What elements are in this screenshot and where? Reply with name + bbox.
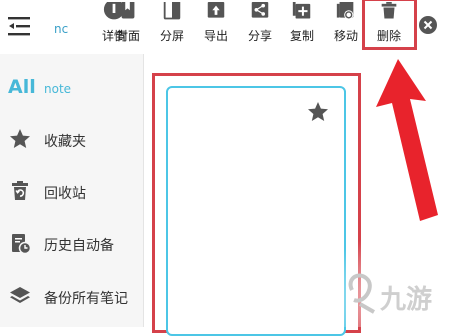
delete-highlight-box [362,0,417,50]
split-screen-button[interactable]: 分屏 [152,2,192,48]
copy-label: 复制 [289,29,314,43]
sidebar-item-favorites[interactable]: 收藏夹 [0,119,143,159]
bookmark-icon [121,2,135,19]
recycle-bin-icon [12,181,28,200]
collapse-menu-icon[interactable] [6,14,34,38]
export-button[interactable]: 导出 [196,2,236,48]
favorite-star-icon[interactable] [306,100,330,124]
note-label: note [44,82,72,96]
copy-button[interactable]: 复制 [282,2,322,48]
move-icon [336,2,354,20]
watermark-text: 九游 [379,285,432,315]
sidebar-item-backup-all[interactable]: 备份所有笔记 [0,276,143,316]
watermark-logo: 九游 [330,230,462,327]
star-icon [10,129,30,148]
move-label: 移动 [333,29,358,43]
sidebar-item-label: 备份所有笔记 [44,291,128,307]
close-icon[interactable] [419,16,437,34]
move-button[interactable]: 移动 [326,2,366,48]
sidebar-item-label: 历史自动备 [44,238,114,254]
cover-button[interactable]: 封面 [108,2,148,48]
pointer-arrow [376,59,438,221]
share-button[interactable]: 分享 [240,2,280,48]
nc-label: nc [54,22,69,36]
split-screen-label: 分屏 [159,29,184,43]
cover-label: 封面 [115,29,140,43]
sidebar-item-label: 收藏夹 [44,134,86,150]
sidebar-item-history-backup[interactable]: 历史自动备 [0,223,143,263]
share-icon [251,2,269,18]
sidebar-item-label: 回收站 [44,186,86,202]
export-label: 导出 [203,29,228,43]
copy-icon [292,2,311,19]
all-label: All [8,76,36,98]
sidebar-item-recycle-bin[interactable]: 回收站 [0,171,143,211]
split-screen-icon [163,2,181,20]
share-label: 分享 [247,29,272,43]
history-backup-icon [12,234,32,255]
layers-icon [10,287,30,303]
export-icon [207,2,225,18]
